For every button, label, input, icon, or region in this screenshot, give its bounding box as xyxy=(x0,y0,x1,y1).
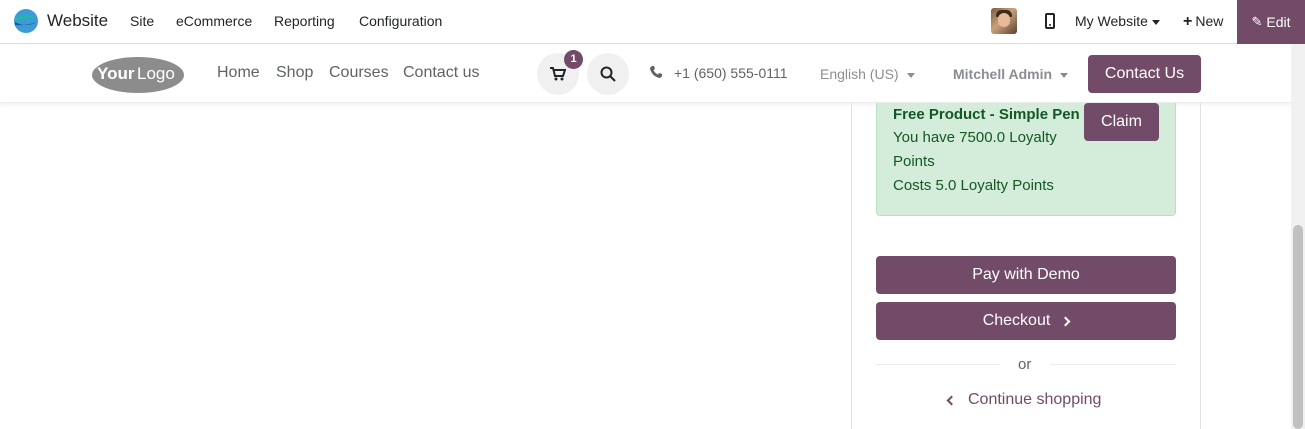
cart-count-badge: 1 xyxy=(564,50,583,69)
phone-icon xyxy=(650,66,662,78)
language-label: English (US) xyxy=(820,66,899,82)
my-website-label: My Website xyxy=(1075,13,1148,29)
pencil-icon: ✎ xyxy=(1251,14,1263,29)
svg-text:Your: Your xyxy=(97,64,135,83)
page-scrollbar[interactable] xyxy=(1291,44,1305,429)
continue-shopping-label: Continue shopping xyxy=(968,391,1102,408)
reward-points-line-2: Points xyxy=(893,153,935,170)
app-title[interactable]: Website xyxy=(47,11,108,31)
language-dropdown[interactable]: English (US) xyxy=(820,66,915,82)
reward-points-line: You have 7500.0 Loyalty xyxy=(893,129,1057,146)
cart-icon xyxy=(550,67,566,81)
divider xyxy=(1050,364,1176,365)
menu-reporting[interactable]: Reporting xyxy=(274,13,335,29)
caret-down-icon xyxy=(1151,19,1160,25)
plus-icon: + xyxy=(1183,13,1193,30)
edit-button[interactable]: ✎ Edit xyxy=(1237,0,1305,44)
checkout-label: Checkout xyxy=(982,312,1051,329)
or-separator: or xyxy=(1018,356,1032,373)
phone-number[interactable]: +1 (650) 555-0111 xyxy=(674,65,788,81)
search-icon xyxy=(600,66,616,82)
pay-with-demo-button[interactable]: Pay with Demo xyxy=(876,256,1176,294)
user-name: Mitchell Admin xyxy=(953,66,1053,82)
website-header: Your Logo Home Shop Courses Contact us 1… xyxy=(0,45,1305,103)
divider xyxy=(876,364,1000,365)
edit-label: Edit xyxy=(1266,14,1291,30)
new-button[interactable]: + New xyxy=(1183,13,1223,31)
claim-button[interactable]: Claim xyxy=(1084,103,1159,141)
nav-contact-us[interactable]: Contact us xyxy=(403,64,479,82)
reward-title: Free Product - Simple Pen xyxy=(893,106,1080,123)
menu-ecommerce[interactable]: eCommerce xyxy=(176,13,252,29)
menu-configuration[interactable]: Configuration xyxy=(359,13,442,29)
nav-courses[interactable]: Courses xyxy=(329,64,389,82)
mobile-preview-icon[interactable] xyxy=(1045,13,1055,29)
checkout-button[interactable]: Checkout xyxy=(876,302,1176,340)
menu-site[interactable]: Site xyxy=(130,13,154,29)
user-dropdown[interactable]: Mitchell Admin xyxy=(953,66,1069,82)
caret-down-icon xyxy=(1060,72,1069,78)
chevron-left-icon xyxy=(946,395,957,405)
caret-down-icon xyxy=(906,72,915,78)
reward-cost-line: Costs 5.0 Loyalty Points xyxy=(893,177,1054,194)
search-button[interactable] xyxy=(587,53,629,95)
scrollbar-thumb[interactable] xyxy=(1293,225,1303,429)
chevron-right-icon xyxy=(1060,316,1071,326)
new-label: New xyxy=(1195,13,1224,29)
svg-text:Logo: Logo xyxy=(137,64,175,83)
nav-shop[interactable]: Shop xyxy=(276,64,313,82)
my-website-dropdown[interactable]: My Website xyxy=(1075,13,1160,29)
contact-us-button[interactable]: Contact Us xyxy=(1088,55,1201,93)
continue-shopping-link[interactable]: Continue shopping xyxy=(946,391,1102,409)
your-logo[interactable]: Your Logo xyxy=(90,54,186,94)
website-app-icon[interactable] xyxy=(13,8,39,34)
admin-top-bar: Website Site eCommerce Reporting Configu… xyxy=(0,0,1305,44)
nav-home[interactable]: Home xyxy=(217,64,260,82)
user-avatar[interactable] xyxy=(991,8,1017,34)
